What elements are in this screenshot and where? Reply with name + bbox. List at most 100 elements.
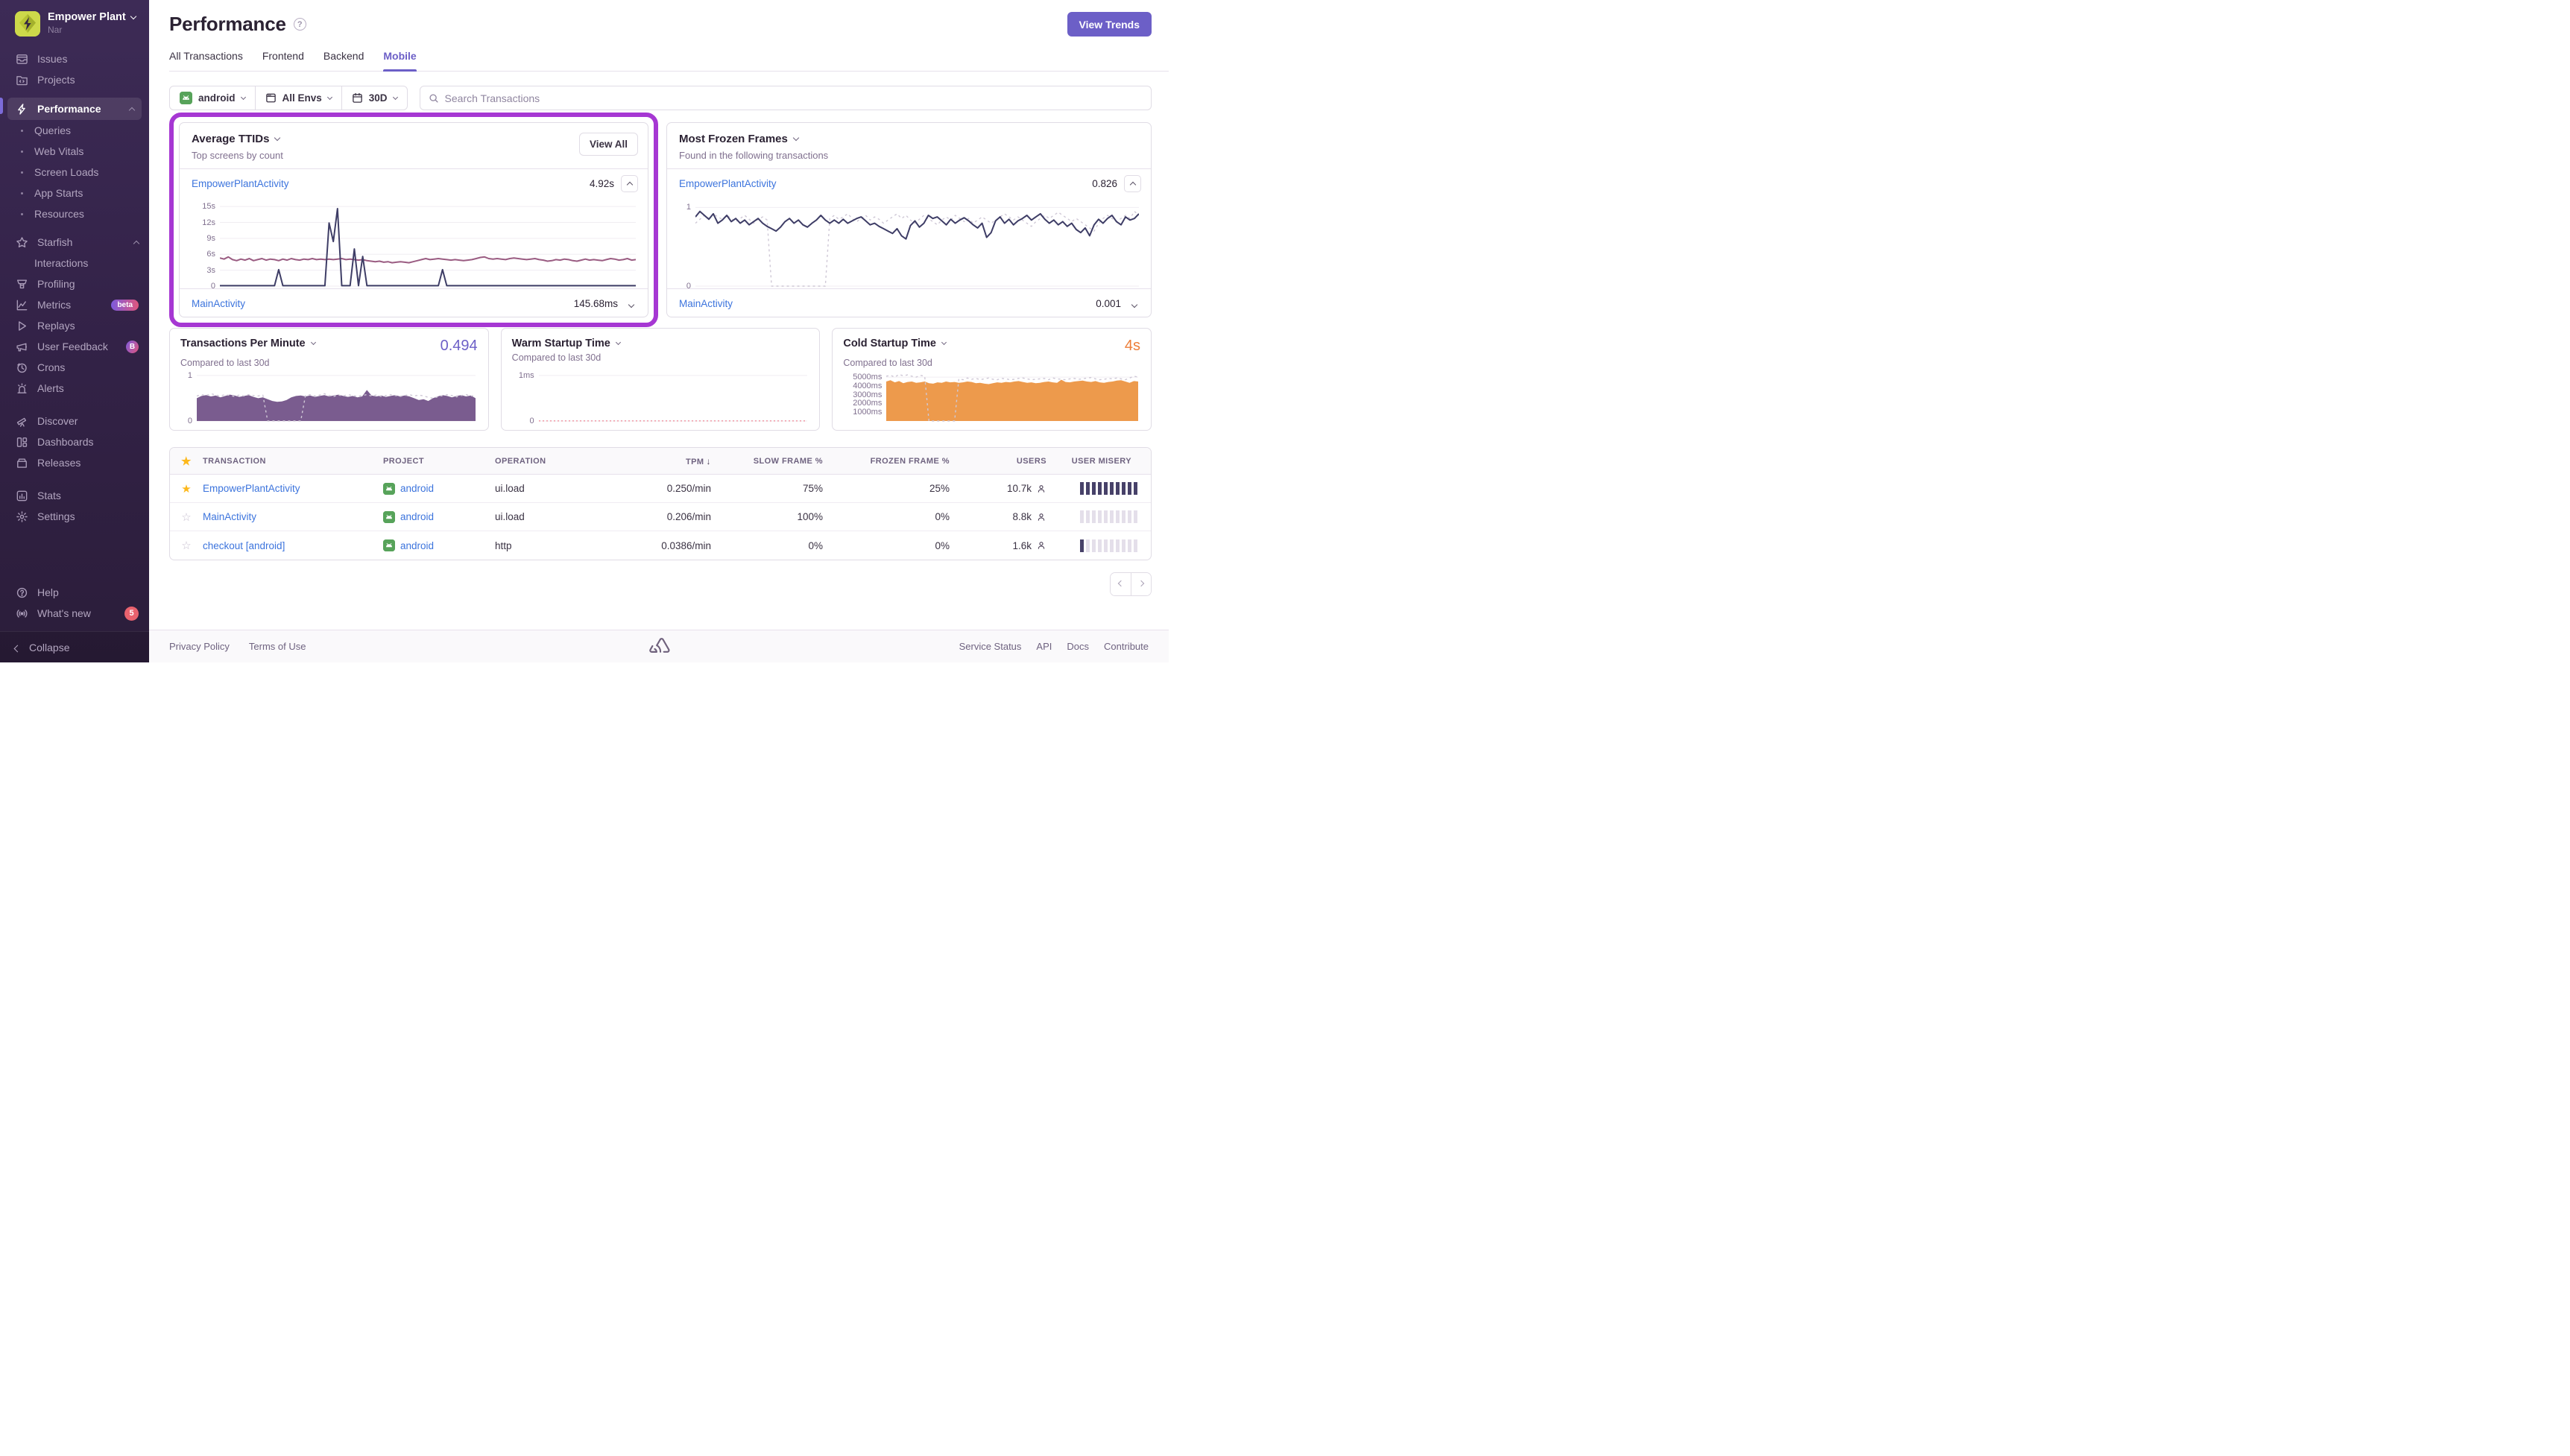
docs-link[interactable]: Docs <box>1067 641 1089 652</box>
view-trends-button[interactable]: View Trends <box>1067 12 1152 37</box>
collapse-row-button[interactable] <box>1124 175 1141 192</box>
sidebar-item-replays[interactable]: Replays <box>0 315 149 336</box>
col-users[interactable]: USERS <box>950 457 1046 466</box>
sidebar-item-releases[interactable]: Releases <box>0 452 149 473</box>
col-slow-frame[interactable]: SLOW FRAME % <box>711 457 823 466</box>
col-transaction[interactable]: TRANSACTION <box>203 457 383 466</box>
sidebar-item-help[interactable]: Help <box>0 582 149 603</box>
col-frozen-frame[interactable]: FROZEN FRAME % <box>823 457 950 466</box>
table-header-row: ★ TRANSACTION PROJECT OPERATION TPM ↓ SLO… <box>170 448 1151 475</box>
api-link[interactable]: API <box>1036 641 1052 652</box>
sidebar-item-user-feedback[interactable]: User Feedback B <box>0 336 149 357</box>
transaction-link[interactable]: MainActivity <box>679 298 733 309</box>
page-footer: Privacy Policy Terms of Use Service Stat… <box>149 630 1169 662</box>
terms-of-use-link[interactable]: Terms of Use <box>249 641 306 652</box>
sidebar-item-settings[interactable]: Settings <box>0 506 149 527</box>
transaction-link[interactable]: EmpowerPlantActivity <box>679 178 777 189</box>
chevron-down-icon <box>941 339 947 346</box>
megaphone-icon <box>15 340 28 353</box>
environment-filter[interactable]: All Envs <box>254 86 341 110</box>
sidebar-item-whats-new[interactable]: What's new 5 <box>0 603 149 624</box>
most-frozen-frames-card: Most Frozen Frames Found in the followin… <box>666 122 1152 317</box>
sidebar-item-profiling[interactable]: Profiling <box>0 273 149 294</box>
sidebar-item-resources[interactable]: Resources <box>0 203 149 224</box>
most-frozen-frames-title[interactable]: Most Frozen Frames <box>679 133 1140 145</box>
org-switcher[interactable]: Empower Plant Nar <box>0 0 149 45</box>
sidebar-item-starfish[interactable]: Starfish <box>0 232 149 253</box>
chevron-down-icon <box>274 134 281 142</box>
android-platform-icon <box>383 510 395 523</box>
star-toggle[interactable]: ☆ <box>170 539 203 552</box>
tab-backend[interactable]: Backend <box>323 50 364 71</box>
project-link[interactable]: android <box>400 483 434 494</box>
transaction-link[interactable]: EmpowerPlantActivity <box>192 178 289 189</box>
expand-row-button[interactable] <box>625 298 638 309</box>
contribute-link[interactable]: Contribute <box>1104 641 1149 652</box>
transaction-link[interactable]: checkout [android] <box>203 540 285 551</box>
col-tpm[interactable]: TPM ↓ <box>614 456 711 466</box>
page-title: Performance <box>169 13 286 35</box>
chevron-down-icon <box>792 134 800 142</box>
tpm-value: 0.494 <box>440 338 478 354</box>
sidebar-item-projects[interactable]: Projects <box>0 69 149 90</box>
warm-startup-title[interactable]: Warm Startup Time <box>512 338 621 349</box>
sidebar-item-web-vitals[interactable]: Web Vitals <box>0 141 149 162</box>
star-toggle[interactable]: ☆ <box>170 510 203 524</box>
average-ttids-title[interactable]: Average TTIDs <box>192 133 637 145</box>
sidebar-item-crons[interactable]: Crons <box>0 357 149 378</box>
sidebar-item-metrics[interactable]: Metrics beta <box>0 294 149 315</box>
col-project[interactable]: PROJECT <box>383 457 495 466</box>
sidebar-item-performance[interactable]: Performance <box>7 98 142 120</box>
sidebar-item-screen-loads[interactable]: Screen Loads <box>0 162 149 183</box>
widgets-row-mini: Transactions Per Minute 0.494 Compared t… <box>169 328 1152 431</box>
gear-icon <box>15 510 28 523</box>
tab-all-transactions[interactable]: All Transactions <box>169 50 243 71</box>
project-filter[interactable]: android <box>170 86 255 110</box>
cold-startup-value: 4s <box>1124 338 1141 354</box>
sidebar-item-dashboards[interactable]: Dashboards <box>0 431 149 452</box>
sidebar-item-alerts[interactable]: Alerts <box>0 378 149 399</box>
tpm-title[interactable]: Transactions Per Minute <box>180 338 316 349</box>
transaction-link[interactable]: MainActivity <box>203 511 256 522</box>
star-icon <box>15 235 28 249</box>
help-icon[interactable]: ? <box>293 18 306 31</box>
content-area: android All Envs 30D Search Transactions… <box>149 72 1169 630</box>
sidebar-item-queries[interactable]: Queries <box>0 120 149 141</box>
sidebar-item-stats[interactable]: Stats <box>0 485 149 506</box>
date-range-filter[interactable]: 30D <box>341 86 407 110</box>
b-badge: B <box>126 340 139 353</box>
view-all-button[interactable]: View All <box>578 133 638 156</box>
tab-mobile[interactable]: Mobile <box>383 50 417 72</box>
average-ttids-chart: 15s 12s 9s 6s 3s 0 <box>192 200 636 291</box>
privacy-policy-link[interactable]: Privacy Policy <box>169 641 230 652</box>
average-ttids-card: Average TTIDs Top screens by count View … <box>179 122 648 317</box>
projects-icon <box>15 73 28 86</box>
warm-startup-card: Warm Startup Time Compared to last 30d 1… <box>500 328 821 431</box>
project-link[interactable]: android <box>400 511 434 522</box>
transaction-link[interactable]: EmpowerPlantActivity <box>203 483 300 494</box>
chevron-up-icon <box>133 240 140 247</box>
telescope-icon <box>15 414 28 428</box>
next-page-button[interactable] <box>1131 573 1151 595</box>
sidebar-item-issues[interactable]: Issues <box>0 48 149 69</box>
search-input[interactable] <box>444 92 1143 104</box>
col-user-misery[interactable]: USER MISERY <box>1046 457 1151 466</box>
project-link[interactable]: android <box>400 540 434 551</box>
sidebar-item-interactions[interactable]: Interactions <box>0 253 149 273</box>
service-status-link[interactable]: Service Status <box>959 641 1022 652</box>
previous-page-button[interactable] <box>1111 573 1131 595</box>
search-bar[interactable] <box>419 86 1152 110</box>
cold-startup-title[interactable]: Cold Startup Time <box>843 338 947 349</box>
col-operation[interactable]: OPERATION <box>495 457 614 466</box>
user-icon <box>1036 484 1046 494</box>
tab-frontend[interactable]: Frontend <box>262 50 304 71</box>
user-icon <box>1036 512 1046 522</box>
expand-row-button[interactable] <box>1128 298 1141 309</box>
star-toggle[interactable]: ★ <box>170 482 203 496</box>
sidebar-collapse-button[interactable]: Collapse <box>0 631 149 662</box>
sidebar-item-discover[interactable]: Discover <box>0 411 149 431</box>
sidebar-item-app-starts[interactable]: App Starts <box>0 183 149 203</box>
page-filter-group: android All Envs 30D <box>169 86 408 110</box>
collapse-row-button[interactable] <box>621 175 638 192</box>
transaction-link[interactable]: MainActivity <box>192 298 245 309</box>
